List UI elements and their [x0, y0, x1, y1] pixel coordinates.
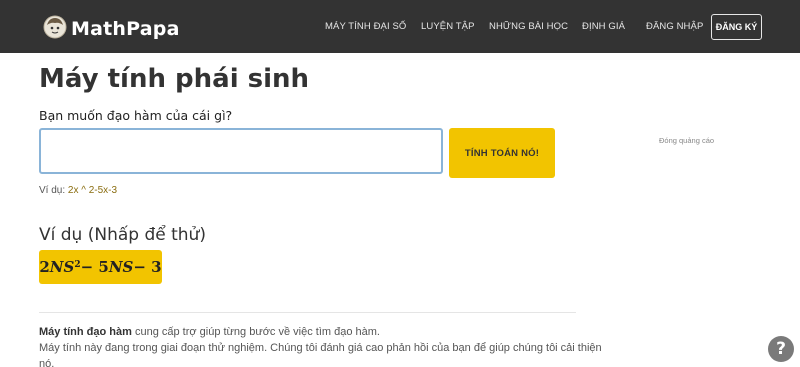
expression-input[interactable] — [39, 128, 443, 174]
close-ad-link[interactable]: Đóng quảng cáo — [659, 136, 714, 145]
example-link[interactable]: 2x ^ 2-5x-3 — [68, 185, 117, 196]
help-icon[interactable]: ? — [768, 336, 794, 362]
signup-button[interactable]: ĐĂNG KÝ — [711, 14, 762, 40]
page-title: Máy tính phái sinh — [39, 64, 310, 94]
example-term-2: − 5 — [80, 258, 109, 276]
question-label: Bạn muốn đạo hàm của cái gì? — [39, 108, 233, 123]
example-var-1: NS — [49, 258, 75, 276]
example-coef: 2 — [39, 258, 50, 276]
nav-item-algebra-calculator[interactable]: MÁY TÍNH ĐẠI SỐ — [325, 21, 406, 32]
description-line-2: Máy tính này đang trong giai đoạn thử ng… — [39, 342, 602, 354]
nav-item-pricing[interactable]: ĐỊNH GIÁ — [582, 21, 625, 32]
example-term-3: − 3 — [133, 258, 162, 276]
description-rest: cung cấp trợ giúp từng bước về việc tìm … — [131, 326, 380, 338]
example-hint: Ví dụ: 2x ^ 2-5x-3 — [39, 185, 117, 196]
mathpapa-logo-icon — [43, 15, 67, 39]
nav-item-login[interactable]: ĐĂNG NHẬP — [646, 21, 703, 32]
example-prefix: Ví dụ: — [39, 185, 66, 196]
example-var-2: NS — [108, 258, 134, 276]
example-expression-button[interactable]: 2 NS 2 − 5 NS − 3 — [39, 250, 162, 284]
brand-name: MathPapa — [71, 18, 180, 40]
examples-heading: Ví dụ (Nhấp để thử) — [39, 225, 206, 245]
nav-item-practice[interactable]: LUYỆN TẬP — [421, 21, 475, 32]
description-line-3: nó. — [39, 358, 55, 367]
top-navbar: MathPapa MÁY TÍNH ĐẠI SỐ LUYỆN TẬP NHỮNG… — [0, 0, 800, 53]
description-bold: Máy tính đạo hàm — [39, 326, 132, 338]
calculate-button[interactable]: TÍNH TOÁN NÓ! — [449, 128, 555, 178]
example-exponent: 2 — [74, 260, 81, 270]
section-divider — [39, 312, 576, 313]
description-line-1: Máy tính đạo hàm cung cấp trợ giúp từng … — [39, 326, 609, 338]
brand-logo[interactable]: MathPapa — [43, 15, 180, 40]
nav-item-lessons[interactable]: NHỮNG BÀI HỌC — [489, 21, 568, 32]
